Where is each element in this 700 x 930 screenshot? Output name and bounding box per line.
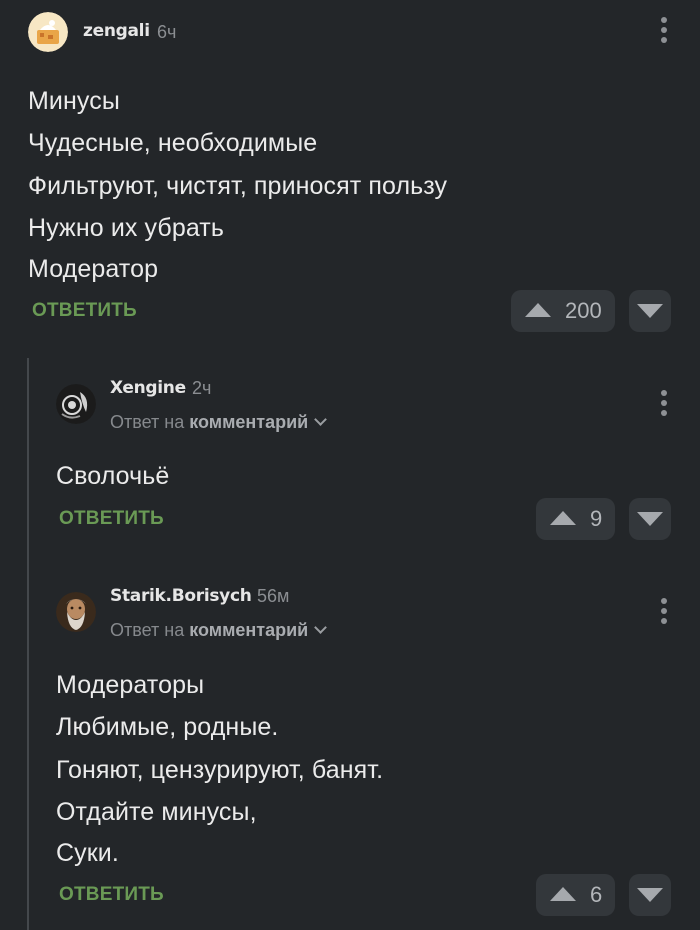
username[interactable]: Xengine xyxy=(110,378,186,398)
upvote-button[interactable]: 200 xyxy=(511,290,615,332)
user-avatar-image xyxy=(56,592,96,632)
vote-count: 6 xyxy=(590,882,603,907)
vote-count: 9 xyxy=(590,506,603,531)
more-vertical-icon[interactable] xyxy=(659,598,669,628)
reply-button[interactable]: ОТВЕТИТЬ xyxy=(32,300,137,322)
comment-text-line: Модераторы xyxy=(56,671,205,699)
comment-text-line: Минусы xyxy=(28,87,120,115)
comment-time: 56м xyxy=(257,586,290,606)
comment-text-line: Нужно их убрать xyxy=(28,214,224,242)
reply-button[interactable]: ОТВЕТИТЬ xyxy=(59,884,164,906)
thread-line xyxy=(27,358,29,930)
more-vertical-icon[interactable] xyxy=(659,17,669,47)
reply-to-target: комментарий xyxy=(189,620,309,640)
comment-time: 2ч xyxy=(192,378,212,398)
comment-text-line: Суки. xyxy=(56,839,119,867)
reply-button[interactable]: ОТВЕТИТЬ xyxy=(59,508,164,530)
triangle-up-icon xyxy=(525,303,551,317)
comment-text-line: Любимые, родные. xyxy=(56,713,279,741)
vote-count: 200 xyxy=(565,298,602,323)
comment-text-line: Гоняют, цензурируют, банят. xyxy=(56,756,384,784)
upvote-button[interactable]: 9 xyxy=(536,498,615,540)
comment-text-line: Отдайте минусы, xyxy=(56,798,257,826)
avatar[interactable] xyxy=(56,384,96,424)
user-avatar-image xyxy=(28,12,68,52)
comment-text-line: Сволочьё xyxy=(56,462,170,490)
comment-text-line: Чудесные, необходимые xyxy=(28,129,318,157)
comment-time: 6ч xyxy=(157,22,177,42)
downvote-button[interactable] xyxy=(629,874,671,916)
user-avatar-image xyxy=(56,384,96,424)
triangle-down-icon xyxy=(637,888,663,902)
comment-text-line: Фильтруют, чистят, приносят пользу xyxy=(28,172,448,200)
upvote-button[interactable]: 6 xyxy=(536,874,615,916)
chevron-down-icon xyxy=(314,413,328,426)
username[interactable]: zengali xyxy=(83,21,150,41)
downvote-button[interactable] xyxy=(629,290,671,332)
reply-to-link[interactable]: Ответ на комментарий xyxy=(110,412,328,433)
reply-to-link[interactable]: Ответ на комментарий xyxy=(110,620,328,641)
triangle-down-icon xyxy=(637,304,663,318)
reply-to-prefix: Ответ на xyxy=(110,412,185,432)
reply-to-target: комментарий xyxy=(189,412,309,432)
username[interactable]: Starik.Borisych xyxy=(110,586,252,606)
more-vertical-icon[interactable] xyxy=(659,390,669,420)
chevron-down-icon xyxy=(314,621,328,634)
reply-to-prefix: Ответ на xyxy=(110,620,185,640)
triangle-down-icon xyxy=(637,512,663,526)
triangle-up-icon xyxy=(550,511,576,525)
triangle-up-icon xyxy=(550,887,576,901)
downvote-button[interactable] xyxy=(629,498,671,540)
avatar[interactable] xyxy=(28,12,68,52)
comment-text-line: Модератор xyxy=(28,255,159,283)
avatar[interactable] xyxy=(56,592,96,632)
